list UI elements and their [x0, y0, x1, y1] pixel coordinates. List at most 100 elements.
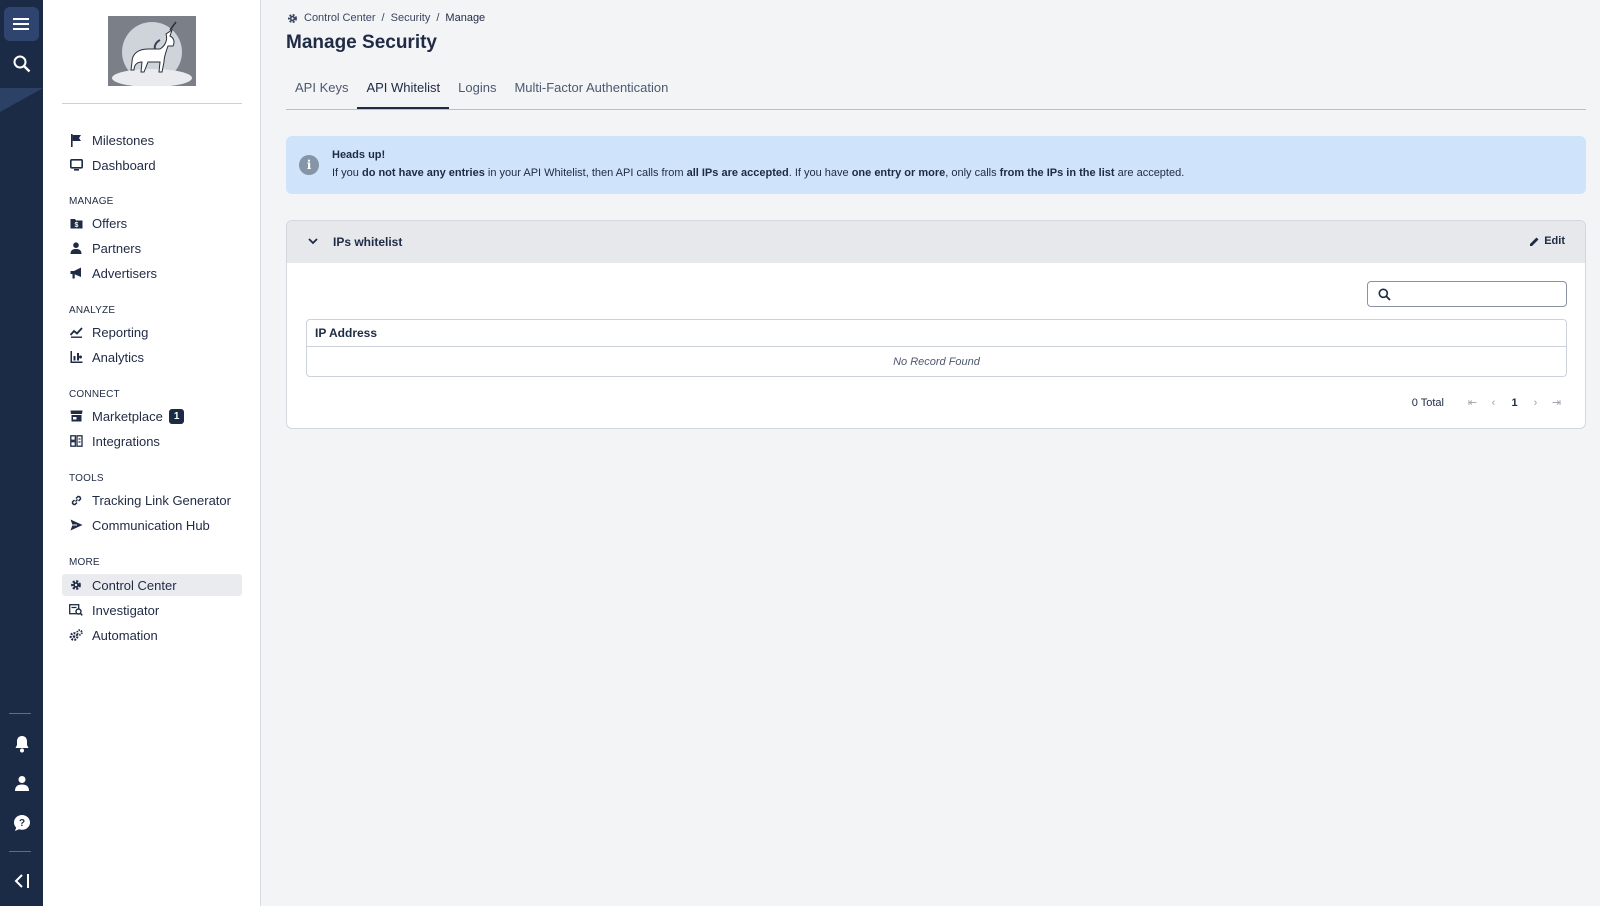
sidebar-item-label: Reporting	[92, 324, 149, 340]
sidebar-item-label: Marketplace	[92, 408, 163, 424]
sidebar-item-label: Offers	[92, 215, 128, 231]
sidebar-item-label: Automation	[92, 627, 158, 643]
breadcrumb-separator: /	[381, 12, 385, 24]
page-number[interactable]: 1	[1504, 397, 1525, 409]
tab-api-whitelist[interactable]: API Whitelist	[357, 76, 450, 109]
alert-emphasis: do not have any entries	[361, 167, 485, 179]
reporting-icon	[69, 325, 83, 339]
sidebar-item-partners[interactable]: Partners	[62, 237, 242, 259]
sidebar-item-advertisers[interactable]: Advertisers	[62, 262, 242, 284]
partners-icon	[69, 241, 83, 255]
nav-group-tools: TOOLS	[69, 473, 104, 484]
rail-divider	[9, 713, 31, 714]
main-content: Control Center / Security / Manage Manag…	[262, 0, 1600, 906]
sidebar-item-label: Dashboard	[92, 157, 156, 173]
analytics-icon	[69, 350, 83, 364]
global-search-button[interactable]	[4, 47, 39, 81]
collapse-sidebar-button[interactable]	[4, 864, 39, 898]
sidebar-item-dashboard[interactable]: Dashboard	[62, 154, 242, 176]
tab-logins[interactable]: Logins	[449, 76, 505, 109]
search-input[interactable]	[1398, 285, 1558, 303]
sidebar-item-label: Integrations	[92, 433, 160, 449]
collapse-icon	[14, 874, 29, 888]
nav-group-manage: MANAGE	[69, 196, 114, 207]
sidebar-item-label: Milestones	[92, 132, 155, 148]
sidebar-item-label: Advertisers	[92, 265, 158, 281]
sidebar-item-marketplace[interactable]: Marketplace 1	[62, 405, 242, 427]
menu-button[interactable]	[4, 7, 39, 41]
search-icon	[13, 55, 30, 73]
rail-divider	[9, 851, 31, 852]
empty-state-text: No Record Found	[893, 356, 980, 368]
send-icon	[69, 518, 83, 532]
table-divider	[307, 346, 1566, 347]
profile-button[interactable]	[4, 766, 39, 800]
alert-text: in your API Whitelist, then API calls fr…	[484, 167, 687, 179]
chevron-down-icon[interactable]	[307, 235, 319, 247]
megaphone-icon	[69, 266, 83, 280]
sidebar-item-offers[interactable]: $ Offers	[62, 212, 242, 234]
sidebar: Milestones Dashboard MANAGE $ Offers Par…	[43, 0, 261, 906]
previous-page-icon[interactable]: ‹	[1483, 397, 1504, 409]
sidebar-item-tracking-link-generator[interactable]: Tracking Link Generator	[62, 489, 242, 511]
app-rail: ?	[0, 0, 43, 906]
panel-header[interactable]: IPs whitelist Edit	[287, 221, 1585, 263]
nav-group-connect: CONNECT	[69, 389, 120, 400]
sidebar-item-analytics[interactable]: Analytics	[62, 346, 242, 368]
edit-button[interactable]: Edit	[1529, 235, 1565, 247]
column-header-ip-address[interactable]: IP Address	[315, 326, 377, 340]
security-tabs: API Keys API Whitelist Logins Multi-Fact…	[286, 76, 1586, 110]
tab-api-keys[interactable]: API Keys	[286, 76, 357, 109]
rail-accent	[0, 88, 43, 112]
last-page-icon[interactable]: ⇥	[1546, 396, 1567, 409]
sidebar-item-integrations[interactable]: Integrations	[62, 430, 242, 452]
investigator-icon	[69, 603, 83, 617]
monitor-icon	[69, 158, 83, 172]
marketplace-count-badge: 1	[168, 408, 185, 424]
notifications-button[interactable]	[4, 727, 39, 761]
gear-icon	[69, 578, 83, 592]
alert-text: are accepted.	[1114, 167, 1185, 179]
help-icon: ?	[13, 815, 30, 831]
sidebar-item-control-center[interactable]: Control Center	[62, 574, 242, 596]
help-button[interactable]: ?	[4, 806, 39, 840]
offers-icon: $	[69, 216, 83, 230]
breadcrumb-security[interactable]: Security	[391, 12, 431, 24]
sidebar-item-communication-hub[interactable]: Communication Hub	[62, 514, 242, 536]
sidebar-item-label: Analytics	[92, 349, 145, 365]
sidebar-item-automation[interactable]: Automation	[62, 624, 242, 646]
sidebar-item-investigator[interactable]: Investigator	[62, 599, 242, 621]
logo-divider	[62, 103, 242, 104]
flag-icon	[69, 133, 83, 147]
sidebar-item-label: Partners	[92, 240, 142, 256]
alert-text: . If you have	[788, 167, 852, 179]
search-icon	[1378, 288, 1391, 301]
tab-multi-factor-authentication[interactable]: Multi-Factor Authentication	[505, 76, 677, 109]
breadcrumb: Control Center / Security / Manage	[287, 12, 485, 24]
sidebar-item-milestones[interactable]: Milestones	[62, 129, 242, 151]
link-icon	[69, 493, 83, 507]
info-alert: i Heads up! If you do not have any entri…	[286, 136, 1586, 194]
alert-emphasis: from the IPs in the list	[999, 167, 1115, 179]
sidebar-item-label: Communication Hub	[92, 517, 210, 533]
next-page-icon[interactable]: ›	[1525, 397, 1546, 409]
integrations-icon	[69, 434, 83, 448]
menu-icon	[12, 18, 29, 30]
breadcrumb-control-center[interactable]: Control Center	[304, 12, 376, 24]
pencil-icon	[1530, 237, 1539, 246]
ip-table: IP Address No Record Found	[306, 319, 1567, 377]
panel-title: IPs whitelist	[333, 235, 403, 249]
sidebar-item-reporting[interactable]: Reporting	[62, 321, 242, 343]
page-title: Manage Security	[286, 32, 437, 53]
sidebar-item-label: Tracking Link Generator	[92, 492, 231, 508]
whitelist-search[interactable]	[1367, 281, 1567, 307]
nav-group-analyze: ANALYZE	[69, 305, 116, 316]
sidebar-item-label: Investigator	[92, 602, 160, 618]
svg-text:$: $	[74, 222, 78, 229]
alert-body: If you do not have any entries in your A…	[332, 167, 1184, 179]
first-page-icon[interactable]: ⇤	[1462, 396, 1483, 409]
automation-icon	[69, 628, 83, 642]
alert-text: , only calls	[945, 167, 1000, 179]
alert-emphasis: one entry or more	[851, 167, 946, 179]
company-logo[interactable]	[108, 16, 196, 86]
